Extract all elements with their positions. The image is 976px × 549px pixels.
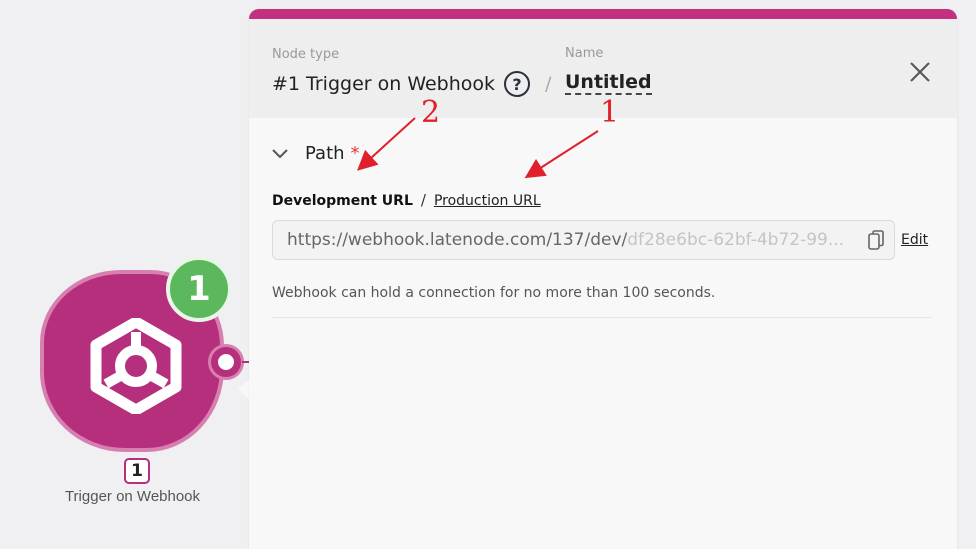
node-type-label: Node type [272, 47, 340, 62]
section-divider [272, 317, 932, 318]
node-name-field[interactable]: Untitled [565, 71, 652, 95]
node-output-port[interactable] [208, 344, 244, 380]
edit-url-link[interactable]: Edit [901, 232, 928, 248]
node-settings-panel: Node type #1 Trigger on Webhook ? / Name… [249, 9, 957, 549]
node-index-badge: 1 [124, 458, 150, 484]
node-label: Trigger on Webhook [64, 488, 201, 505]
url-tabs: Development URL / Production URL [272, 191, 541, 209]
webhook-icon [90, 318, 182, 414]
path-title: Path [305, 143, 345, 164]
required-mark: * [350, 143, 360, 164]
tab-production-url[interactable]: Production URL [434, 193, 541, 209]
name-label: Name [565, 46, 604, 61]
url-tail: df28e6bc-62bf-4b72-99... [627, 230, 845, 250]
chevron-down-icon [272, 148, 288, 158]
node-type-value: #1 Trigger on Webhook ? [272, 71, 531, 97]
webhook-url-text: https://webhook.latenode.com/137/dev/df2… [287, 230, 859, 250]
path-section-toggle[interactable]: Path * [271, 143, 360, 164]
copy-icon[interactable] [868, 230, 884, 250]
help-icon[interactable]: ? [504, 71, 531, 97]
annotation-number-1: 1 [600, 95, 620, 130]
annotation-number-2: 2 [421, 95, 441, 130]
url-base: https://webhook.latenode.com/137/dev/ [287, 230, 628, 250]
timeout-hint: Webhook can hold a connection for no mor… [272, 285, 716, 301]
webhook-url-field[interactable]: https://webhook.latenode.com/137/dev/df2… [272, 220, 895, 260]
node-status-badge: 1 [166, 256, 232, 322]
close-icon[interactable] [909, 61, 931, 83]
port-dot [218, 354, 234, 370]
tab-separator: / [420, 191, 426, 209]
node-type-text: #1 Trigger on Webhook [272, 73, 496, 95]
header-separator: / [545, 73, 552, 95]
tab-development-url[interactable]: Development URL [272, 193, 413, 209]
trigger-node[interactable]: 1 1 Trigger on Webhook [38, 256, 254, 508]
